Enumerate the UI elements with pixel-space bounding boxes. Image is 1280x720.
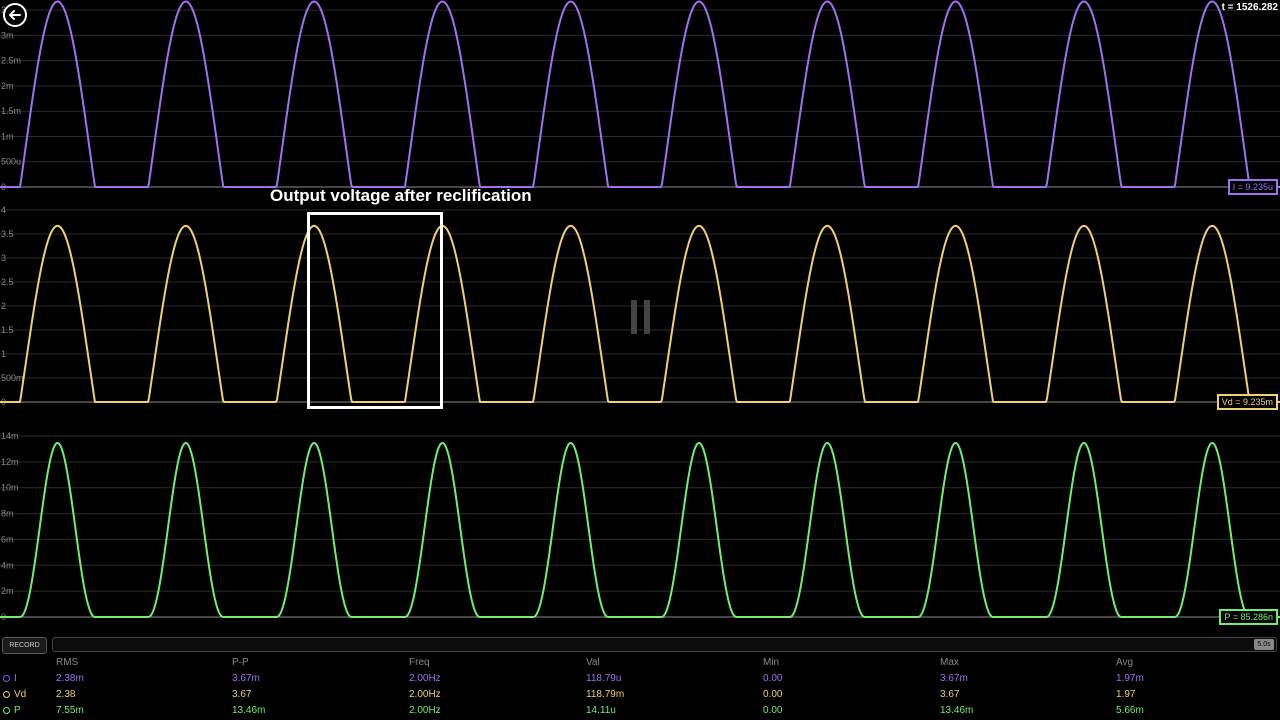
stat-pp: 3.67 bbox=[232, 689, 252, 700]
stats-header-val: Val bbox=[586, 657, 600, 668]
stat-max: 13.46m bbox=[940, 705, 974, 716]
annotation-highlight-box bbox=[307, 212, 443, 409]
stats-header-freq: Freq bbox=[409, 657, 430, 668]
stats-header-rms: RMS bbox=[56, 657, 79, 668]
y-tick-label: 3 bbox=[1, 253, 6, 263]
y-tick-label: 500u bbox=[1, 157, 21, 167]
pause-icon[interactable] bbox=[631, 300, 650, 334]
y-tick-label: 2.5 bbox=[1, 277, 14, 287]
y-tick-label: 2.5m bbox=[1, 56, 21, 66]
y-tick-label: 2m bbox=[1, 586, 14, 596]
stats-header-max: Max bbox=[940, 657, 959, 668]
cursor-value-i: I = 9.235u bbox=[1227, 179, 1278, 195]
series-trace-i bbox=[0, 0, 1280, 188]
stats-row-p: P 7.55m 13.46m 2.00Hz 14.11u 0.00 13.46m… bbox=[0, 704, 1280, 718]
stat-val: 14.11u bbox=[586, 705, 616, 716]
annotation-text: Output voltage after reclification bbox=[270, 186, 532, 205]
stat-freq: 2.00Hz bbox=[409, 673, 441, 684]
stat-rms: 2.38m bbox=[56, 673, 84, 684]
stat-val: 118.79m bbox=[586, 689, 625, 700]
y-tick-label: 1.5 bbox=[1, 325, 14, 335]
y-tick-label: 1 bbox=[1, 349, 6, 359]
stats-header-pp: P-P bbox=[232, 657, 249, 668]
timeline-scrubber[interactable]: 5.0s bbox=[52, 637, 1277, 652]
stat-avg: 1.97 bbox=[1116, 689, 1136, 700]
stat-freq: 2.00Hz bbox=[409, 689, 441, 700]
y-tick-label: 12m bbox=[1, 457, 19, 467]
y-tick-label: 2 bbox=[1, 301, 6, 311]
stats-row-vd: Vd 2.38 3.67 2.00Hz 118.79m 0.00 3.67 1.… bbox=[0, 688, 1280, 702]
stat-min: 0.00 bbox=[763, 689, 783, 700]
y-tick-label: 3m bbox=[1, 30, 14, 40]
channel-toggle-icon[interactable] bbox=[3, 691, 10, 698]
cursor-value-p: P = 85.286n bbox=[1219, 609, 1278, 625]
stat-max: 3.67m bbox=[940, 673, 968, 684]
y-tick-label: 3.5 bbox=[1, 229, 14, 239]
time-window-button[interactable]: 5.0s bbox=[1254, 639, 1274, 650]
stat-rms: 7.55m bbox=[56, 705, 84, 716]
record-button[interactable]: RECORD bbox=[2, 637, 47, 654]
y-tick-label: 1m bbox=[1, 131, 14, 141]
stat-pp: 3.67m bbox=[232, 673, 260, 684]
stat-rms: 2.38 bbox=[56, 689, 76, 700]
stat-avg: 5.66m bbox=[1116, 705, 1144, 716]
channel-toggle-icon[interactable] bbox=[3, 675, 10, 682]
y-tick-label: 4 bbox=[1, 205, 6, 215]
stat-avg: 1.97m bbox=[1116, 673, 1144, 684]
stats-header-row: RMS P-P Freq Val Min Max Avg bbox=[0, 656, 1280, 670]
y-tick-label: 2m bbox=[1, 81, 14, 91]
channel-panel-p: 02m4m6m8m10m12m14m bbox=[0, 431, 1280, 622]
channel-name: P bbox=[14, 705, 21, 716]
stat-min: 0.00 bbox=[763, 673, 783, 684]
time-readout: t = 1526.282 bbox=[1221, 2, 1278, 13]
stat-max: 3.67 bbox=[940, 689, 960, 700]
channel-name: I bbox=[14, 673, 17, 684]
stat-pp: 13.46m bbox=[232, 705, 266, 716]
y-tick-label: 500m bbox=[1, 373, 24, 383]
channel-toggle-icon[interactable] bbox=[3, 707, 10, 714]
arrow-left-icon bbox=[9, 10, 21, 20]
cursor-value-vd: Vd = 9.235m bbox=[1216, 394, 1278, 410]
y-tick-label: 6m bbox=[1, 534, 14, 544]
stats-row-i: I 2.38m 3.67m 2.00Hz 118.79u 0.00 3.67m … bbox=[0, 672, 1280, 686]
y-tick-label: 1.5m bbox=[1, 106, 21, 116]
stat-freq: 2.00Hz bbox=[409, 705, 441, 716]
stats-header-min: Min bbox=[763, 657, 780, 668]
y-tick-label: 4m bbox=[1, 560, 14, 570]
stat-min: 0.00 bbox=[763, 705, 783, 716]
channel-panel-i: 0500u1m1.5m2m2.5m3m3.5m bbox=[0, 0, 1280, 192]
stat-val: 118.79u bbox=[586, 673, 622, 684]
y-tick-label: 10m bbox=[1, 483, 19, 493]
back-button[interactable] bbox=[3, 3, 27, 27]
stats-header-avg: Avg bbox=[1116, 657, 1134, 668]
y-tick-label: 8m bbox=[1, 509, 14, 519]
channel-name: Vd bbox=[14, 689, 27, 700]
y-tick-label: 14m bbox=[1, 431, 19, 441]
